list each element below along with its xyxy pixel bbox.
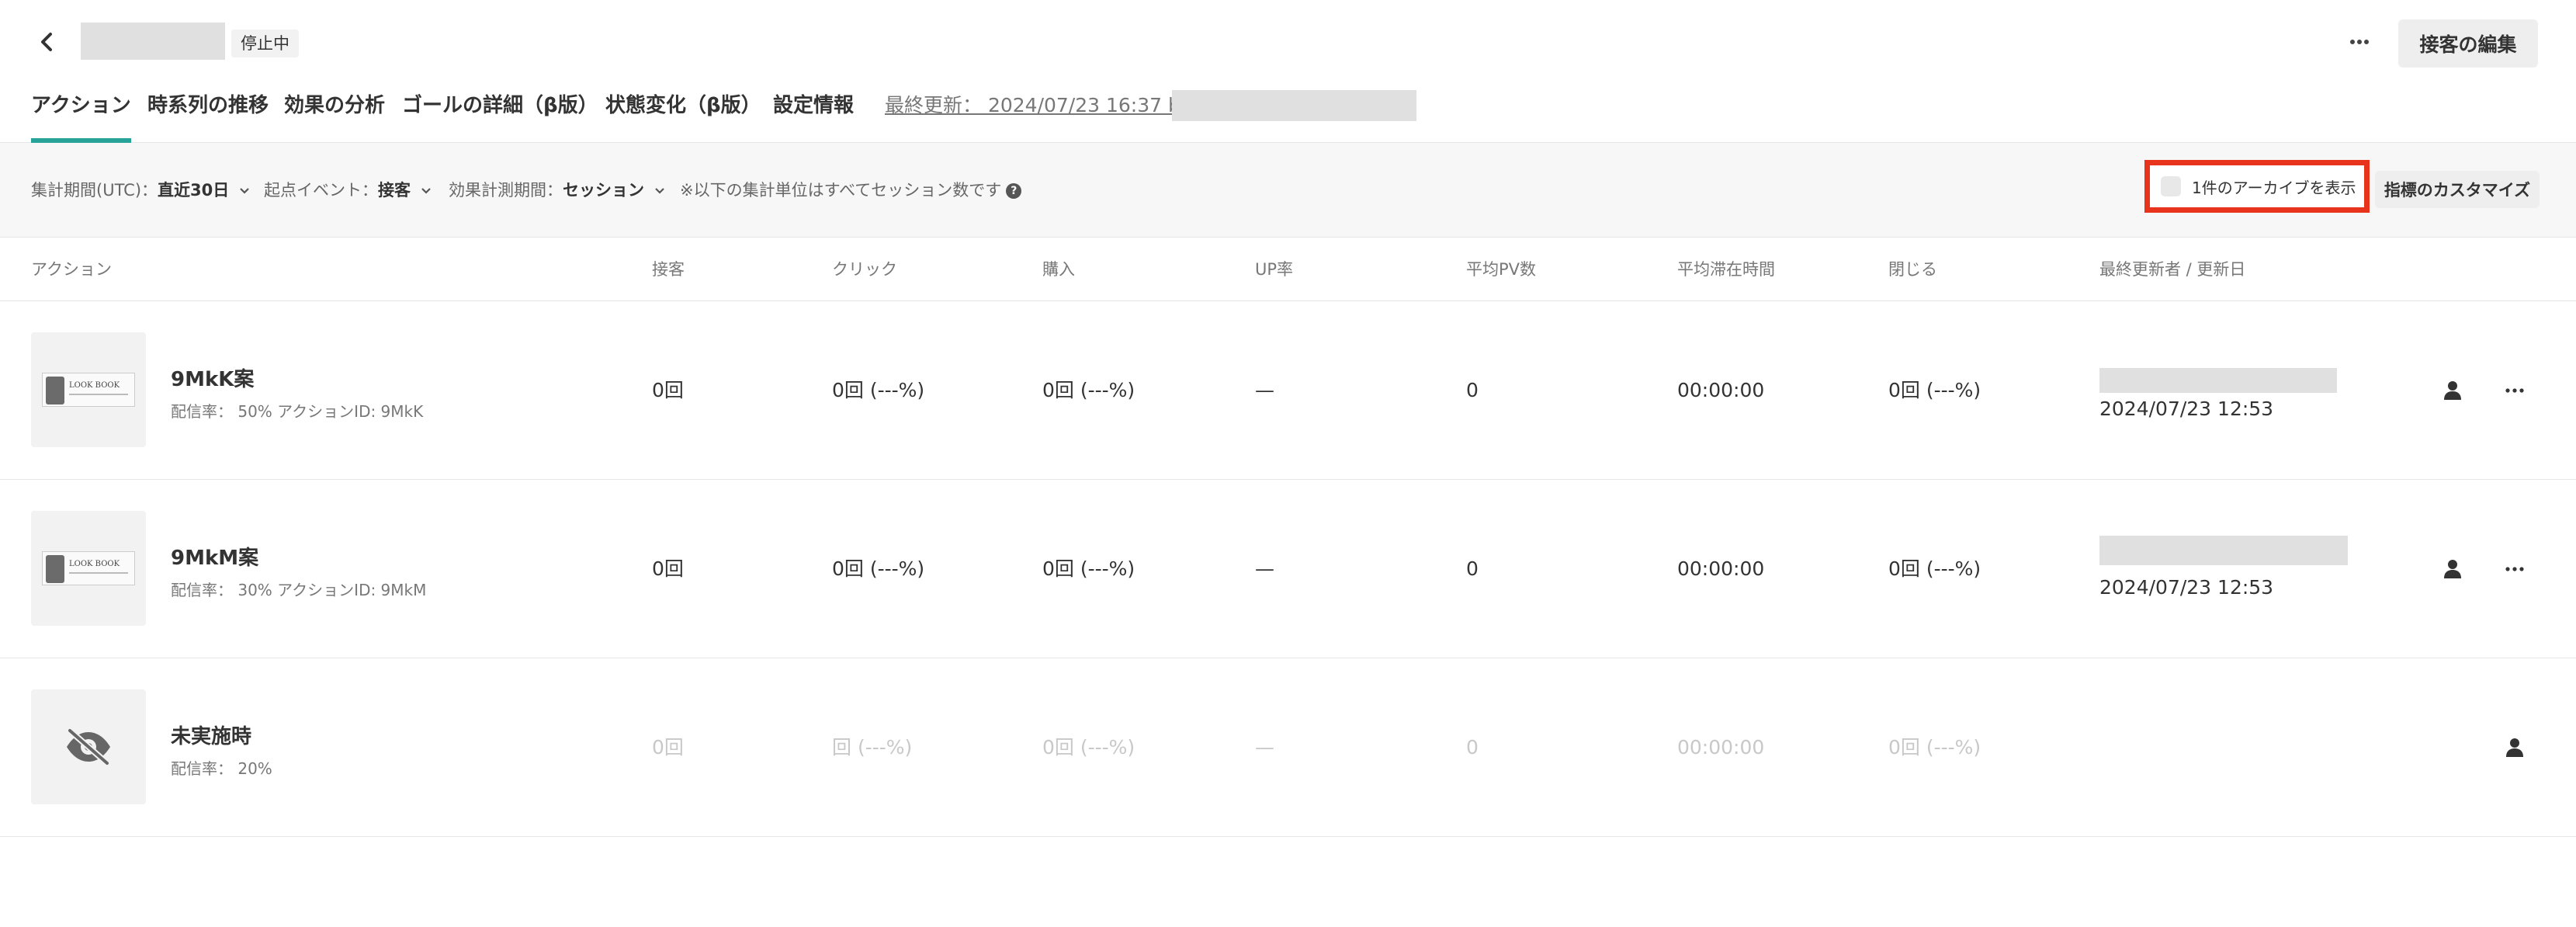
up-rate: —	[1255, 736, 1274, 759]
close-count: 0回 (---%)	[1888, 557, 1981, 580]
table-row[interactable]: LOOK BOOK 9MkK案 配信率： 50% アクションID: 9MkK 0…	[0, 301, 2576, 480]
updater-redacted	[2099, 368, 2337, 393]
click-count: 0回 (---%)	[832, 379, 925, 401]
action-meta: 配信率： 30% アクションID: 9MkM	[171, 581, 427, 599]
action-name[interactable]: 9MkK案	[171, 363, 254, 392]
action-meta: 配信率： 50% アクションID: 9MkK	[171, 402, 424, 421]
archive-checkbox[interactable]	[2161, 176, 2181, 196]
column-header-purchase: 購入	[1042, 260, 1075, 279]
column-header-avg-pv: 平均PV数	[1466, 260, 1537, 279]
click-count: 回 (---%)	[832, 736, 913, 759]
measure-period-filter-value: セッション	[563, 181, 644, 200]
purchase-count: 0回 (---%)	[1042, 736, 1135, 759]
aggregation-note: ※以下の集計単位はすべてセッション数です?	[680, 143, 1022, 238]
edit-campaign-button[interactable]: 接客の編集	[2398, 19, 2538, 68]
banner-preview: LOOK BOOK	[42, 373, 135, 407]
tab-bar: アクション 時系列の推移 効果の分析 ゴールの詳細（β版） 状態変化（β版） 設…	[0, 85, 2576, 143]
start-event-filter[interactable]: 起点イベント：接客	[264, 143, 432, 238]
action-thumbnail[interactable]: LOOK BOOK	[31, 332, 146, 447]
last-updated-link[interactable]: 最終更新： 2024/07/23 16:37 by	[885, 85, 1192, 126]
back-button[interactable]	[31, 26, 62, 57]
action-name[interactable]: 9MkM案	[171, 542, 258, 571]
banner-person-image	[46, 555, 64, 583]
measure-period-filter-label: 効果計測期間：	[449, 181, 563, 200]
purchase-count: 0回 (---%)	[1042, 557, 1135, 580]
banner-preview: LOOK BOOK	[42, 551, 135, 585]
measure-period-filter[interactable]: 効果計測期間：セッション	[449, 143, 665, 238]
serve-count: 0回	[652, 379, 684, 401]
updated-date: 2024/07/23 12:53	[2099, 398, 2274, 420]
archive-toggle-label: 1件のアーカイブを表示	[2192, 178, 2356, 197]
tab-goal-details[interactable]: ゴールの詳細（β版）	[402, 85, 598, 143]
more-horizontal-icon[interactable]	[2499, 375, 2530, 406]
tab-timeseries[interactable]: 時系列の推移	[147, 85, 269, 143]
avg-time: 00:00:00	[1677, 736, 1765, 759]
table-row[interactable]: LOOK BOOK 9MkM案 配信率： 30% アクションID: 9MkM 0…	[0, 480, 2576, 658]
banner-divider	[69, 572, 128, 574]
table-header: アクション 接客 クリック 購入 UP率 平均PV数 平均滞在時間 閉じる 最終…	[0, 238, 2576, 301]
eye-off-icon	[67, 727, 110, 766]
avg-pv: 0	[1466, 736, 1479, 759]
action-meta: 配信率： 20%	[171, 759, 272, 778]
more-horizontal-icon	[2350, 40, 2369, 44]
up-rate: —	[1255, 379, 1274, 401]
updated-date: 2024/07/23 12:53	[2099, 576, 2274, 599]
chevron-left-icon	[41, 33, 52, 51]
avg-time: 00:00:00	[1677, 557, 1765, 580]
avg-time: 00:00:00	[1677, 379, 1765, 401]
column-header-serve: 接客	[652, 260, 685, 279]
column-header-click: クリック	[832, 260, 897, 279]
close-count: 0回 (---%)	[1888, 736, 1981, 759]
user-icon[interactable]	[2499, 732, 2530, 763]
tab-settings[interactable]: 設定情報	[773, 85, 854, 143]
close-count: 0回 (---%)	[1888, 379, 1981, 401]
chevron-down-icon	[654, 188, 664, 194]
period-filter-value: 直近30日	[158, 181, 230, 200]
column-header-up-rate: UP率	[1255, 260, 1294, 279]
banner-person-image	[46, 377, 64, 404]
purchase-count: 0回 (---%)	[1042, 379, 1135, 401]
help-icon[interactable]: ?	[1006, 183, 1022, 199]
action-thumbnail[interactable]: LOOK BOOK	[31, 511, 146, 626]
avg-pv: 0	[1466, 379, 1479, 401]
banner-preview-text: LOOK BOOK	[69, 381, 120, 390]
serve-count: 0回	[652, 557, 684, 580]
action-name[interactable]: 未実施時	[171, 720, 251, 749]
page-header: 停止中 接客の編集	[0, 0, 2576, 85]
action-thumbnail	[31, 689, 146, 804]
column-header-close: 閉じる	[1888, 260, 1937, 279]
campaign-title-redacted	[81, 23, 225, 60]
user-icon[interactable]	[2437, 375, 2468, 406]
tab-state-change[interactable]: 状態変化（β版）	[605, 85, 761, 143]
more-options-button[interactable]	[2336, 25, 2383, 59]
up-rate: —	[1255, 557, 1274, 580]
show-archive-toggle[interactable]: 1件のアーカイブを表示	[2144, 160, 2370, 213]
chevron-down-icon	[240, 188, 249, 194]
banner-divider	[69, 394, 128, 395]
aggregation-note-text: ※以下の集計単位はすべてセッション数です	[680, 181, 1002, 200]
column-header-avg-time: 平均滞在時間	[1677, 260, 1775, 279]
more-horizontal-icon[interactable]	[2499, 554, 2530, 585]
table-row[interactable]: 未実施時 配信率： 20% 0回 回 (---%) 0回 (---%) — 0 …	[0, 658, 2576, 837]
start-event-filter-value: 接客	[378, 181, 411, 200]
updater-name-redacted	[1172, 90, 1416, 121]
avg-pv: 0	[1466, 557, 1479, 580]
tab-effect-analysis[interactable]: 効果の分析	[284, 85, 385, 143]
customize-metrics-button[interactable]: 指標のカスタマイズ	[2375, 171, 2540, 208]
click-count: 0回 (---%)	[832, 557, 925, 580]
user-icon[interactable]	[2437, 554, 2468, 585]
updater-redacted	[2099, 536, 2348, 565]
start-event-filter-label: 起点イベント：	[264, 181, 378, 200]
column-header-updated: 最終更新者 / 更新日	[2099, 260, 2246, 279]
status-badge: 停止中	[231, 30, 299, 57]
period-filter-label: 集計期間(UTC)：	[31, 181, 158, 200]
column-header-action: アクション	[31, 260, 112, 279]
serve-count: 0回	[652, 736, 684, 759]
banner-preview-text: LOOK BOOK	[69, 560, 120, 568]
period-filter[interactable]: 集計期間(UTC)：直近30日	[31, 143, 250, 238]
tab-actions[interactable]: アクション	[31, 85, 131, 143]
chevron-down-icon	[421, 188, 431, 194]
